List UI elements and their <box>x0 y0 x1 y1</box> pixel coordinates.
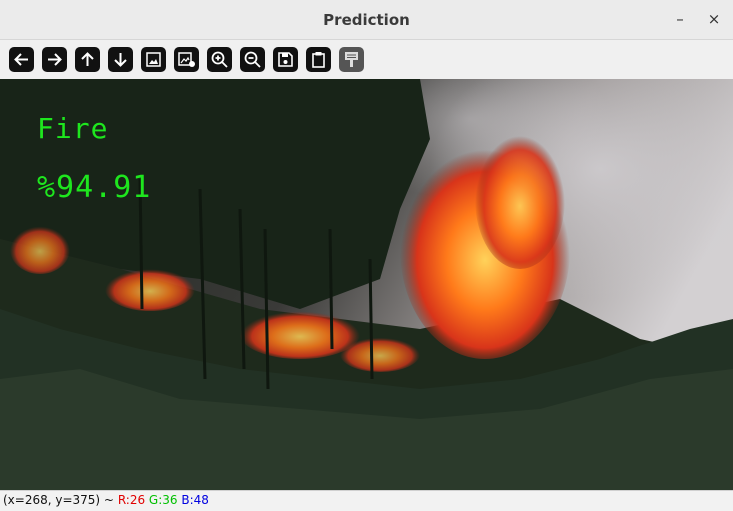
forest-fire-image <box>0 79 733 490</box>
save-icon <box>278 52 293 67</box>
arrow-down-icon <box>114 53 127 67</box>
image-icon <box>146 52 161 67</box>
arrow-right-icon <box>48 53 62 66</box>
pan-left-button[interactable] <box>9 47 34 72</box>
image-canvas[interactable]: Fire %94.91 <box>0 79 733 490</box>
cursor-coordinates: (x=268, y=375) ~ <box>3 493 114 507</box>
pan-down-button[interactable] <box>108 47 133 72</box>
zoom-in-icon <box>211 51 228 68</box>
close-button[interactable]: × <box>703 8 725 30</box>
properties-button[interactable] <box>339 47 364 72</box>
arrow-up-icon <box>81 52 94 66</box>
green-value: G:36 <box>148 493 178 507</box>
pan-up-button[interactable] <box>75 47 100 72</box>
minimize-button[interactable]: – <box>669 8 691 30</box>
zoom-original-button[interactable] <box>174 47 199 72</box>
prediction-window: Prediction – × Fire %94.91 (x=268, y=375… <box>0 0 733 511</box>
zoom-out-button[interactable] <box>240 47 265 72</box>
blue-value: B:48 <box>181 493 209 507</box>
class-label-text: Fire <box>37 112 109 145</box>
zoom-out-icon <box>244 51 261 68</box>
zoom-fit-button[interactable] <box>141 47 166 72</box>
zoom-in-button[interactable] <box>207 47 232 72</box>
copy-to-clipboard-button[interactable] <box>306 47 331 72</box>
red-value: R:26 <box>117 493 146 507</box>
image-settings-icon <box>178 52 195 67</box>
status-bar: (x=268, y=375) ~ R:26 G:36 B:48 <box>0 490 733 511</box>
confidence-text: %94.91 <box>37 170 152 205</box>
properties-icon <box>345 52 358 67</box>
title-bar[interactable]: Prediction – × <box>0 0 733 40</box>
window-title: Prediction <box>323 11 410 29</box>
clipboard-icon <box>312 52 325 68</box>
save-button[interactable] <box>273 47 298 72</box>
toolbar <box>0 40 733 79</box>
pan-right-button[interactable] <box>42 47 67 72</box>
arrow-left-icon <box>14 53 28 66</box>
